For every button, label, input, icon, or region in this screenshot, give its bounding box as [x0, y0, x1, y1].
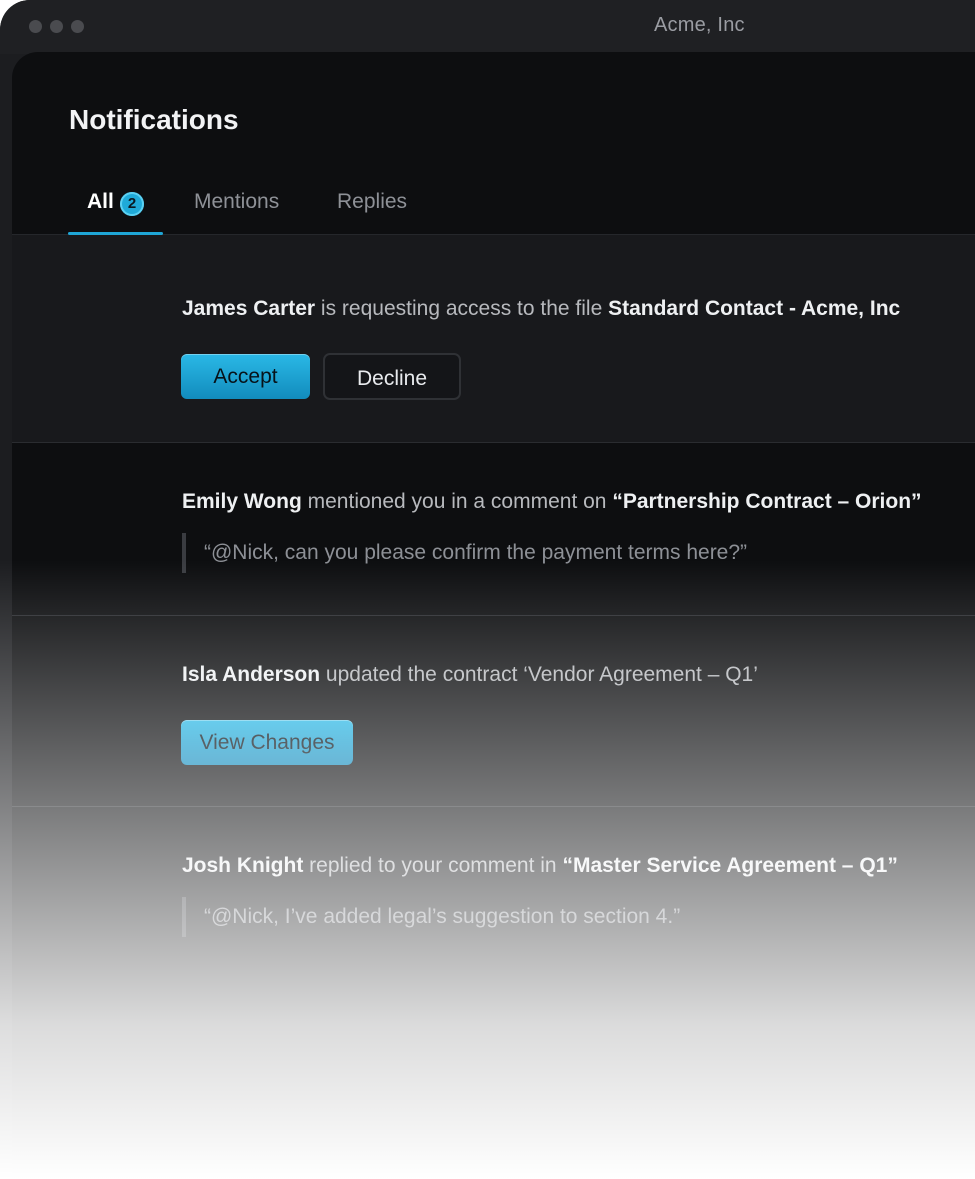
notification-item: Isla Anderson updated the contract ‘Vend… [12, 616, 975, 806]
decline-button[interactable]: Decline [323, 353, 461, 400]
tab-all[interactable]: All [87, 190, 114, 214]
notification-text: replied to your comment in [303, 854, 563, 877]
notification-message: James Carter is requesting access to the… [182, 297, 900, 321]
notification-actor[interactable]: Josh Knight [182, 854, 303, 877]
tab-mentions[interactable]: Mentions [194, 190, 279, 214]
notification-actor[interactable]: Emily Wong [182, 490, 302, 513]
zoom-window-button[interactable] [71, 20, 84, 33]
notification-actor[interactable]: Isla Anderson [182, 663, 320, 686]
notification-message: Emily Wong mentioned you in a comment on… [182, 490, 922, 514]
minimize-window-button[interactable] [50, 20, 63, 33]
window-title: Acme, Inc [654, 14, 745, 36]
notifications-panel: Notifications All 2 Mentions Replies Jam… [12, 52, 975, 1179]
notification-object[interactable]: “Partnership Contract – Orion” [612, 490, 921, 513]
tab-replies-label: Replies [337, 190, 408, 213]
close-window-button[interactable] [29, 20, 42, 33]
notification-item: Emily Wong mentioned you in a comment on… [12, 443, 975, 615]
view-changes-button[interactable]: View Changes [181, 720, 353, 765]
notification-actor[interactable]: James Carter [182, 297, 315, 320]
tab-mentions-label: Mentions [194, 190, 280, 213]
comment-quote: “@Nick, can you please confirm the payme… [182, 533, 747, 573]
notification-item: Josh Knight replied to your comment in “… [12, 807, 975, 1037]
page-title: Notifications [69, 104, 239, 135]
notification-text: is requesting access to the file [315, 297, 609, 320]
notification-text: mentioned you in a comment on [301, 490, 613, 513]
tab-all-label: All [87, 190, 114, 213]
notification-message: Isla Anderson updated the contract ‘Vend… [182, 663, 758, 687]
comment-quote: “@Nick, I’ve added legal’s suggestion to… [182, 897, 680, 937]
notification-message: Josh Knight replied to your comment in “… [182, 854, 898, 878]
notification-item: James Carter is requesting access to the… [12, 235, 975, 443]
title-bar: Acme, Inc [0, 0, 975, 54]
tab-replies[interactable]: Replies [337, 190, 407, 214]
unread-count-badge: 2 [120, 192, 144, 216]
app-window: Acme, Inc Notifications All 2 Mentions R… [0, 0, 975, 1179]
accept-button[interactable]: Accept [181, 354, 310, 399]
notification-object[interactable]: Standard Contact - Acme, Inc [608, 297, 900, 320]
notification-text: updated the contract ‘Vendor Agreement –… [320, 663, 758, 686]
notification-object[interactable]: “Master Service Agreement – Q1” [562, 854, 897, 877]
